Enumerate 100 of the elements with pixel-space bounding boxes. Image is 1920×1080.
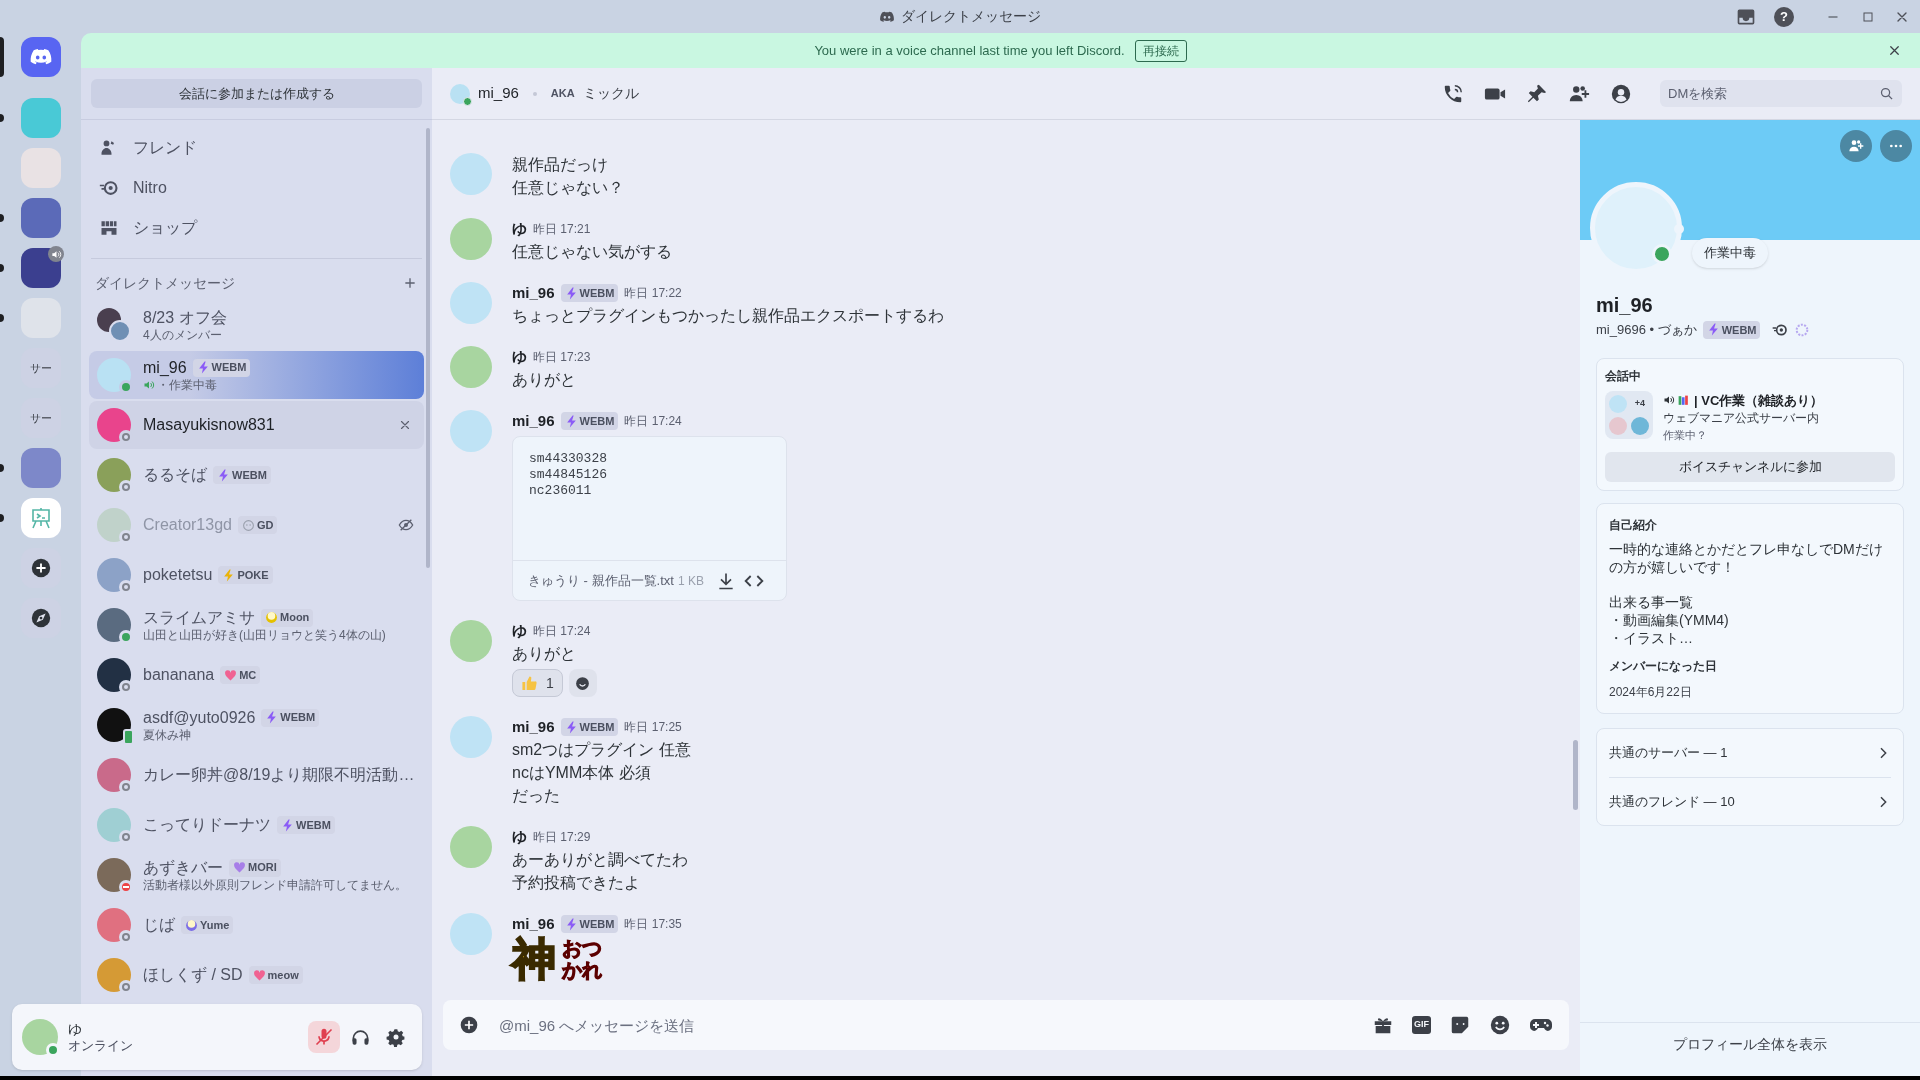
message-text: ncはYMM本体 必須 — [512, 763, 652, 783]
plus-icon[interactable] — [402, 275, 418, 291]
dm-subtitle: 活動者様以外原則フレンド申請許可してません。 — [143, 877, 407, 893]
help-button[interactable]: ? — [1774, 6, 1794, 27]
custom-status-bubble: 作業中毒 — [1692, 238, 1768, 268]
avatar — [97, 708, 131, 742]
home-button[interactable] — [20, 37, 61, 77]
phone-call-icon[interactable] — [1442, 82, 1464, 105]
message-text: 任意じゃない気がする — [512, 242, 672, 262]
avatar — [97, 608, 131, 642]
dm-name: 8/23 オフ会 — [143, 307, 227, 328]
search-field[interactable]: DMを検索 — [1660, 80, 1902, 107]
nickname: ミックル — [582, 84, 639, 103]
plus-icon — [29, 557, 52, 579]
sticker-icon[interactable] — [1449, 1014, 1471, 1036]
message-text: 予約投稿できたよ — [512, 873, 641, 893]
server-icon[interactable] — [20, 198, 61, 238]
dm-item[interactable]: じば Yume — [89, 901, 424, 949]
avatar — [450, 153, 492, 195]
add-reaction-button[interactable] — [568, 669, 597, 697]
thumbs-up-icon — [521, 674, 538, 692]
dm-subtitle: 4人のメンバー — [143, 327, 222, 343]
dm-item[interactable]: Masayukisnow831 — [89, 401, 424, 449]
dm-item[interactable]: mi_96 WEBM ・作業中毒 — [89, 351, 424, 399]
dm-item[interactable]: ほしくず / SD meow — [89, 951, 424, 999]
close-icon[interactable] — [398, 418, 412, 432]
avatar — [97, 858, 131, 892]
server-icon[interactable]: サー — [20, 348, 61, 388]
server-tag: Yume — [181, 916, 234, 934]
add-server-button[interactable] — [20, 548, 61, 588]
code-line: sm44845126 — [529, 467, 608, 483]
discover-button[interactable] — [20, 598, 61, 638]
mutual-row[interactable]: 共通のサーバー — 1 — [1609, 729, 1891, 777]
dm-item[interactable]: スライムアミサ Moon 山田と山田が好き(山田リョウと笑う4体の山) — [89, 601, 424, 649]
avatar — [450, 83, 470, 104]
add-friend-button[interactable] — [1840, 130, 1872, 162]
message-field[interactable]: @mi_96 へメッセージを送信 GIF — [443, 1000, 1569, 1050]
avatar — [97, 808, 131, 842]
message-author: mi_96 — [512, 410, 555, 431]
nav-item[interactable]: ショップ — [89, 208, 424, 248]
server-tag: WEBM — [560, 412, 619, 430]
about-text: ・動画編集(YMM4) — [1609, 611, 1730, 629]
settings-icon — [386, 1027, 406, 1047]
message-timestamp: 昨日 17:35 — [624, 916, 682, 933]
server-icon[interactable] — [20, 248, 61, 288]
user-profile-icon[interactable] — [1610, 82, 1632, 105]
avatar — [97, 508, 131, 542]
reaction-button[interactable]: 1 — [512, 669, 563, 697]
add-attachment-icon[interactable] — [459, 1015, 479, 1035]
voice-members-thumbnail: +4 — [1605, 390, 1653, 439]
sticker-text: 神 — [512, 935, 556, 983]
server-icon[interactable]: サー — [20, 398, 61, 438]
nav-item[interactable]: フレンド — [89, 128, 424, 168]
sticker-text: おつ — [562, 937, 602, 959]
close-icon[interactable] — [1887, 43, 1902, 58]
dm-item[interactable]: 8/23 オフ会 4人のメンバー — [89, 301, 424, 349]
scrollbar-thumb[interactable] — [426, 128, 430, 568]
dm-item[interactable]: bananana MC — [89, 651, 424, 699]
pin-icon[interactable] — [1526, 82, 1548, 105]
dm-item[interactable]: カレー卵丼@8/19より期限不明活動… — [89, 751, 424, 799]
join-voice-button[interactable]: ボイスチャンネルに参加 — [1605, 452, 1895, 482]
dm-item[interactable]: asdf@yuto0926 WEBM 夏休み神 — [89, 701, 424, 749]
dm-item[interactable]: こってりドーナツ WEBM — [89, 801, 424, 849]
view-full-profile-link[interactable]: プロフィール全体を表示 — [1673, 1034, 1827, 1055]
avatar — [97, 658, 131, 692]
section-heading: ダイレクトメッセージ — [95, 273, 235, 293]
code-line: sm44330328 — [529, 451, 608, 467]
reconnect-button[interactable]: 再接続 — [1134, 39, 1187, 62]
server-tag: WEBM — [213, 466, 271, 484]
mutual-row[interactable]: 共通のフレンド — 10 — [1609, 777, 1891, 825]
avatar — [450, 218, 492, 260]
dm-item[interactable]: あずきバー MORI 活動者様以外原則フレンド申請許可してません。 — [89, 851, 424, 899]
message-author: ゆ — [512, 826, 527, 847]
dm-item[interactable]: poketetsu POKE — [89, 551, 424, 599]
emoji-icon[interactable] — [1489, 1014, 1511, 1036]
shop-icon — [99, 218, 119, 238]
nav-item[interactable]: Nitro — [89, 168, 424, 208]
nitro-icon — [99, 178, 119, 198]
server-tag: GD — [237, 516, 278, 534]
books-icon — [1677, 393, 1690, 407]
dm-subtitle: 山田と山田が好き(山田リョウと笑う4体の山) — [143, 627, 386, 643]
message-text: あーありがと調べてたわ — [512, 850, 688, 870]
dm-name: bananana — [143, 665, 215, 685]
dm-name: カレー卵丼@8/19より期限不明活動… — [143, 765, 415, 785]
message-input[interactable]: @mi_96 へメッセージを送信 — [499, 1010, 1372, 1040]
user-status: オンライン — [68, 1037, 134, 1054]
server-tag: meow — [248, 966, 303, 984]
username: mi_9696 • づぁか — [1596, 321, 1697, 339]
username: ゆ — [68, 1020, 83, 1038]
avatar — [97, 458, 131, 492]
mute-button[interactable] — [308, 1021, 340, 1053]
server-tag: POKE — [218, 566, 273, 584]
server-tag: Moon — [261, 608, 314, 627]
dm-item[interactable]: るるそば WEBM — [89, 451, 424, 499]
dm-item[interactable]: Creator13gd GD — [89, 501, 424, 549]
gif-button[interactable]: GIF — [1412, 1016, 1431, 1034]
conversation-search-button[interactable]: 会話に参加または作成する — [91, 79, 422, 108]
channel-title: mi_96 — [478, 83, 519, 104]
avatar — [450, 913, 492, 955]
scrollbar-thumb[interactable] — [1573, 740, 1578, 810]
